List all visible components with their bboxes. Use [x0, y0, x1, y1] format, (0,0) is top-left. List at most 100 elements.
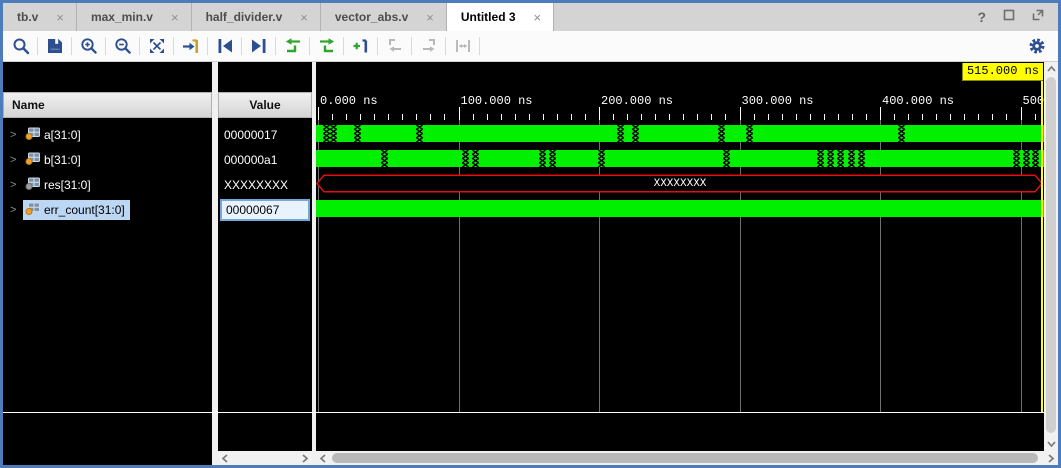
scroll-right-icon[interactable]	[298, 451, 312, 465]
scroll-left-icon[interactable]	[218, 451, 232, 465]
dock-icon[interactable]	[1003, 8, 1015, 26]
ruler-tick	[529, 114, 530, 120]
bus-transition-mark	[617, 125, 624, 142]
selected-value-cell[interactable]: 00000067	[220, 199, 310, 221]
toolbar-separator	[37, 37, 38, 55]
bus-transition-mark	[746, 125, 753, 142]
go-to-previous-edge-icon[interactable]	[279, 34, 306, 58]
signal-row-res[interactable]: > res[31:0]	[3, 172, 212, 197]
signal-value-a[interactable]: 00000017	[218, 122, 312, 147]
scroll-right-icon[interactable]	[1044, 451, 1058, 465]
toolbar-separator	[139, 37, 140, 55]
signal-value-res[interactable]: XXXXXXXX	[218, 172, 312, 197]
bus-transition-mark	[416, 125, 423, 142]
zoom-fit-icon[interactable]	[143, 34, 170, 58]
settings-gear-icon[interactable]	[1023, 34, 1050, 58]
expand-chevron-icon[interactable]: >	[10, 129, 19, 141]
close-icon[interactable]: ×	[56, 10, 64, 25]
bus-transition-mark	[817, 150, 824, 167]
zoom-in-icon[interactable]	[75, 34, 102, 58]
toolbar-separator	[309, 37, 310, 55]
ruler-tick	[402, 114, 403, 120]
toolbar-separator	[105, 37, 106, 55]
cursor-time-label: 515.000 ns	[962, 63, 1043, 81]
ruler-tick	[585, 114, 586, 120]
scrollbar-thumb[interactable]	[1046, 77, 1056, 433]
signal-row-b[interactable]: > b[31:0]	[3, 147, 212, 172]
toolbar-separator	[241, 37, 242, 55]
ruler-tick	[1035, 114, 1036, 120]
bus-transition-mark	[723, 150, 730, 167]
panel-divider[interactable]	[212, 62, 218, 465]
expand-chevron-icon[interactable]: >	[10, 179, 19, 191]
ruler-tick	[332, 114, 333, 120]
signal-row-err-count[interactable]: > err_count[31:0]	[3, 197, 212, 222]
bus-signal-icon	[25, 202, 40, 218]
wave-bottom-boundary	[3, 412, 1044, 413]
marker-to-left-icon[interactable]	[381, 34, 408, 58]
value-horizontal-scrollbar[interactable]	[218, 451, 312, 465]
scroll-up-icon[interactable]	[1044, 62, 1058, 76]
scroll-down-icon[interactable]	[1044, 437, 1058, 451]
selected-row-highlight: err_count[31:0]	[23, 200, 130, 220]
name-column-header[interactable]: Name	[3, 92, 212, 118]
ruler-tick	[725, 114, 726, 120]
tab-vector-abs-v[interactable]: vector_abs.v ×	[321, 3, 447, 31]
tab-bar: tb.v × max_min.v × half_divider.v × vect…	[3, 3, 1058, 31]
scroll-left-icon[interactable]	[316, 451, 330, 465]
ruler-tick	[978, 114, 979, 120]
signal-value-panel: 00000017 000000a1 XXXXXXXX 00000067	[218, 62, 312, 451]
wave-horizontal-scrollbar[interactable]	[316, 451, 1058, 465]
ruler-tick	[992, 114, 993, 120]
expand-chevron-icon[interactable]: >	[10, 204, 19, 216]
save-wave-config-icon[interactable]	[41, 34, 68, 58]
tab-half-divider-v[interactable]: half_divider.v ×	[192, 3, 321, 31]
ruler-tick	[346, 114, 347, 120]
bus-transition-mark	[1013, 150, 1020, 167]
marker-to-right-icon[interactable]	[415, 34, 442, 58]
bus-transition-mark	[898, 125, 905, 142]
close-icon[interactable]: ×	[426, 10, 434, 25]
ruler-tick	[515, 114, 516, 120]
signal-row-a[interactable]: > a[31:0]	[3, 122, 212, 147]
next-transition-icon[interactable]	[245, 34, 272, 58]
ruler-tick	[374, 114, 375, 120]
add-marker-icon[interactable]	[347, 34, 374, 58]
unknown-bus-value: XXXXXXXX	[316, 174, 1044, 193]
ruler-tick	[557, 114, 558, 120]
window-controls: ?	[977, 3, 1058, 31]
float-icon[interactable]	[1032, 8, 1044, 26]
waveform-display[interactable]: 515.000 ns 0.000 ns100.000 ns200.000 ns3…	[316, 62, 1044, 451]
signal-name-label: res[31:0]	[44, 178, 91, 192]
ruler-tick	[711, 114, 712, 120]
signal-value-b[interactable]: 000000a1	[218, 147, 312, 172]
tab-untitled-3[interactable]: Untitled 3 ×	[447, 3, 554, 31]
ruler-tick	[487, 114, 488, 120]
ruler-tick	[1006, 114, 1007, 120]
scrollbar-thumb[interactable]	[332, 453, 1038, 463]
close-icon[interactable]: ×	[300, 10, 308, 25]
ruler-tick	[824, 114, 825, 120]
search-icon[interactable]	[7, 34, 34, 58]
wave-row-err-count	[316, 200, 1044, 217]
go-to-next-edge-icon[interactable]	[313, 34, 340, 58]
value-text: XXXXXXXX	[224, 178, 288, 192]
ruler-tick	[866, 114, 867, 120]
ruler-tick-label: 100.000 ns	[461, 94, 533, 108]
time-cursor[interactable]	[1041, 79, 1043, 412]
close-icon[interactable]: ×	[534, 10, 542, 25]
value-column-header[interactable]: Value	[218, 92, 312, 118]
expand-chevron-icon[interactable]: >	[10, 154, 19, 166]
tab-max-min-v[interactable]: max_min.v ×	[77, 3, 192, 31]
ruler-tick	[388, 114, 389, 120]
zoom-out-icon[interactable]	[109, 34, 136, 58]
ruler-tick	[641, 114, 642, 120]
go-to-cursor-icon[interactable]	[177, 34, 204, 58]
previous-transition-icon[interactable]	[211, 34, 238, 58]
wave-vertical-scrollbar[interactable]	[1044, 62, 1058, 451]
help-icon[interactable]: ?	[977, 9, 986, 25]
snap-to-transition-icon[interactable]	[449, 34, 476, 58]
tab-tb-v[interactable]: tb.v ×	[3, 3, 77, 31]
signal-value-err-count[interactable]: 00000067	[218, 197, 312, 222]
close-icon[interactable]: ×	[171, 10, 179, 25]
